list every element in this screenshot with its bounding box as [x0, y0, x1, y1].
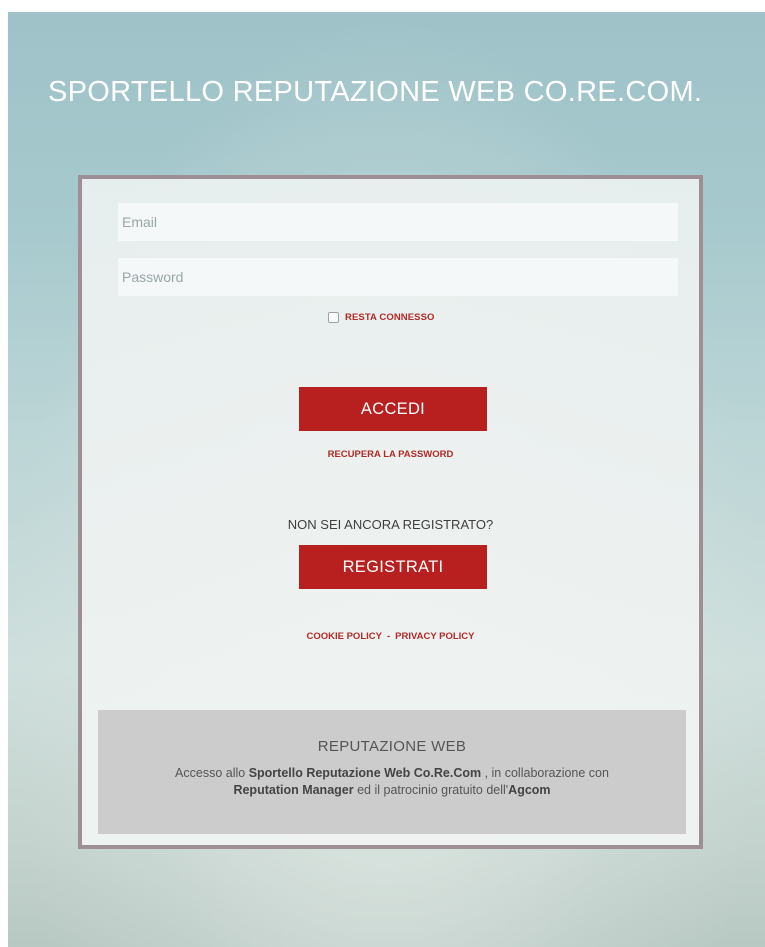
remember-me-checkbox[interactable]	[328, 312, 339, 323]
info-text-part: ed il patrocinio gratuito dell'	[353, 783, 509, 797]
recover-password-link[interactable]: RECUPERA LA PASSWORD	[82, 449, 699, 460]
info-box: REPUTAZIONE WEB Accesso allo Sportello R…	[98, 710, 686, 834]
password-field[interactable]	[118, 258, 678, 296]
remember-me-label[interactable]: RESTA CONNESSO	[345, 312, 435, 323]
login-panel: RESTA CONNESSO ACCEDI RECUPERA LA PASSWO…	[78, 175, 703, 849]
policy-separator: -	[386, 631, 391, 642]
remember-me: RESTA CONNESSO	[328, 312, 435, 323]
not-registered-text: NON SEI ANCORA REGISTRATO?	[287, 517, 494, 532]
email-field[interactable]	[118, 203, 678, 241]
info-bold-agcom: Agcom	[508, 783, 551, 797]
policy-links: COOKIE POLICY - PRIVACY POLICY	[82, 631, 699, 642]
page-title: SPORTELLO REPUTAZIONE WEB CO.RE.COM.	[48, 76, 703, 108]
login-button[interactable]: ACCEDI	[299, 387, 487, 431]
info-bold-sportello: Sportello Reputazione Web Co.Re.Com	[248, 766, 482, 780]
info-bold-reputation-manager: Reputation Manager	[233, 783, 354, 797]
register-button[interactable]: REGISTRATI	[299, 545, 487, 589]
privacy-policy-link[interactable]: PRIVACY POLICY	[395, 631, 474, 642]
info-text-part: Accesso allo	[175, 766, 249, 780]
info-title: REPUTAZIONE WEB	[317, 738, 467, 755]
cookie-policy-link[interactable]: COOKIE POLICY	[306, 631, 381, 642]
info-description: Accesso allo Sportello Reputazione Web C…	[118, 765, 666, 799]
info-text-part: , in collaborazione con	[481, 766, 609, 780]
